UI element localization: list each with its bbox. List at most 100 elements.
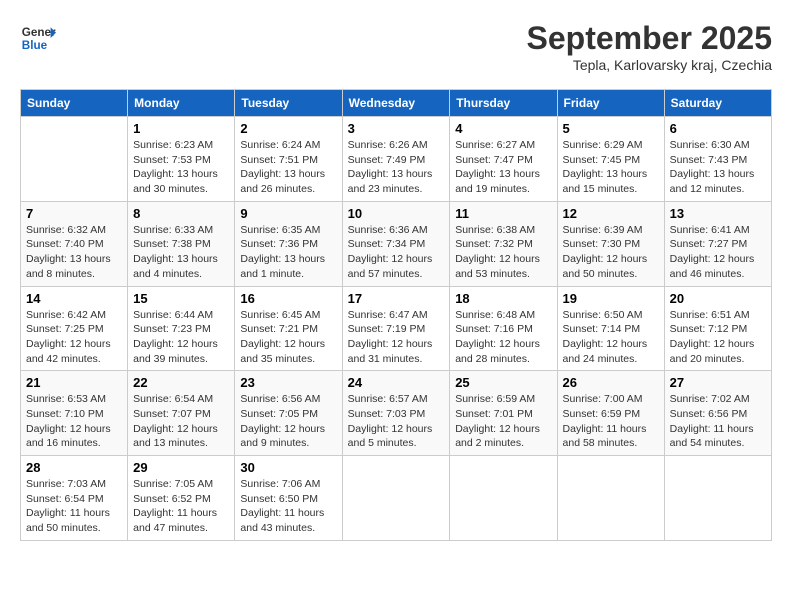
calendar-week-5: 28 Sunrise: 7:03 AMSunset: 6:54 PMDayligh… [21, 456, 772, 541]
day-info: Sunrise: 6:35 AMSunset: 7:36 PMDaylight:… [240, 223, 336, 282]
calendar-week-1: 1 Sunrise: 6:23 AMSunset: 7:53 PMDaylight… [21, 117, 772, 202]
calendar-header-row: SundayMondayTuesdayWednesdayThursdayFrid… [21, 90, 772, 117]
day-info: Sunrise: 6:29 AMSunset: 7:45 PMDaylight:… [563, 138, 659, 197]
day-number: 24 [348, 375, 445, 390]
day-number: 3 [348, 121, 445, 136]
day-number: 8 [133, 206, 229, 221]
day-number: 30 [240, 460, 336, 475]
calendar-cell: 30Sunrise: 7:06 AMSunset: 6:50 PMDayligh… [235, 456, 342, 541]
day-number: 2 [240, 121, 336, 136]
day-number: 25 [455, 375, 551, 390]
day-info: Sunrise: 6:26 AMSunset: 7:49 PMDaylight:… [348, 138, 445, 197]
day-number: 1 [133, 121, 229, 136]
calendar-week-4: 21Sunrise: 6:53 AMSunset: 7:10 PMDayligh… [21, 371, 772, 456]
calendar-cell: 25 Sunrise: 6:59 AMSunset: 7:01 PMDayligh… [450, 371, 557, 456]
calendar-cell [342, 456, 450, 541]
day-number: 9 [240, 206, 336, 221]
day-number: 17 [348, 291, 445, 306]
calendar-cell: 11 Sunrise: 6:38 AMSunset: 7:32 PMDayligh… [450, 201, 557, 286]
day-number: 13 [670, 206, 766, 221]
calendar-week-3: 14Sunrise: 6:42 AMSunset: 7:25 PMDayligh… [21, 286, 772, 371]
month-title: September 2025 [527, 20, 772, 57]
calendar-cell: 20 Sunrise: 6:51 AMSunset: 7:12 PMDayligh… [664, 286, 771, 371]
day-header-saturday: Saturday [664, 90, 771, 117]
day-number: 29 [133, 460, 229, 475]
calendar-cell [664, 456, 771, 541]
day-number: 14 [26, 291, 122, 306]
calendar-cell: 1 Sunrise: 6:23 AMSunset: 7:53 PMDaylight… [128, 117, 235, 202]
day-info: Sunrise: 6:51 AMSunset: 7:12 PMDaylight:… [670, 308, 766, 367]
day-header-thursday: Thursday [450, 90, 557, 117]
calendar-cell: 18 Sunrise: 6:48 AMSunset: 7:16 PMDayligh… [450, 286, 557, 371]
calendar-cell: 28 Sunrise: 7:03 AMSunset: 6:54 PMDayligh… [21, 456, 128, 541]
day-info: Sunrise: 7:05 AMSunset: 6:52 PMDaylight:… [133, 477, 229, 536]
day-info: Sunrise: 7:02 AMSunset: 6:56 PMDaylight:… [670, 392, 766, 451]
day-number: 6 [670, 121, 766, 136]
day-info: Sunrise: 6:57 AMSunset: 7:03 PMDaylight:… [348, 392, 445, 451]
day-number: 15 [133, 291, 229, 306]
day-info: Sunrise: 6:41 AMSunset: 7:27 PMDaylight:… [670, 223, 766, 282]
day-info: Sunrise: 6:23 AMSunset: 7:53 PMDaylight:… [133, 138, 229, 197]
day-info: Sunrise: 6:48 AMSunset: 7:16 PMDaylight:… [455, 308, 551, 367]
day-info: Sunrise: 6:27 AMSunset: 7:47 PMDaylight:… [455, 138, 551, 197]
day-info: Sunrise: 6:50 AMSunset: 7:14 PMDaylight:… [563, 308, 659, 367]
day-info: Sunrise: 6:30 AMSunset: 7:43 PMDaylight:… [670, 138, 766, 197]
calendar-table: SundayMondayTuesdayWednesdayThursdayFrid… [20, 89, 772, 541]
day-info: Sunrise: 6:56 AMSunset: 7:05 PMDaylight:… [240, 392, 336, 451]
calendar-cell: 29 Sunrise: 7:05 AMSunset: 6:52 PMDayligh… [128, 456, 235, 541]
day-header-monday: Monday [128, 90, 235, 117]
day-number: 28 [26, 460, 122, 475]
day-info: Sunrise: 6:59 AMSunset: 7:01 PMDaylight:… [455, 392, 551, 451]
calendar-cell: 2 Sunrise: 6:24 AMSunset: 7:51 PMDaylight… [235, 117, 342, 202]
logo: General Blue [20, 20, 56, 56]
day-header-friday: Friday [557, 90, 664, 117]
day-info: Sunrise: 6:33 AMSunset: 7:38 PMDaylight:… [133, 223, 229, 282]
day-number: 21 [26, 375, 122, 390]
calendar-cell: 21Sunrise: 6:53 AMSunset: 7:10 PMDayligh… [21, 371, 128, 456]
day-number: 7 [26, 206, 122, 221]
day-number: 18 [455, 291, 551, 306]
day-info: Sunrise: 6:24 AMSunset: 7:51 PMDaylight:… [240, 138, 336, 197]
calendar-cell: 17Sunrise: 6:47 AMSunset: 7:19 PMDayligh… [342, 286, 450, 371]
day-info: Sunrise: 6:45 AMSunset: 7:21 PMDaylight:… [240, 308, 336, 367]
calendar-cell: 15 Sunrise: 6:44 AMSunset: 7:23 PMDayligh… [128, 286, 235, 371]
day-number: 19 [563, 291, 659, 306]
page-header: General Blue September 2025 Tepla, Karlo… [20, 20, 772, 73]
calendar-cell [557, 456, 664, 541]
calendar-cell: 5 Sunrise: 6:29 AMSunset: 7:45 PMDaylight… [557, 117, 664, 202]
day-number: 11 [455, 206, 551, 221]
day-number: 27 [670, 375, 766, 390]
location-subtitle: Tepla, Karlovarsky kraj, Czechia [527, 57, 772, 73]
calendar-cell: 7 Sunrise: 6:32 AMSunset: 7:40 PMDaylight… [21, 201, 128, 286]
day-number: 20 [670, 291, 766, 306]
calendar-cell: 27 Sunrise: 7:02 AMSunset: 6:56 PMDayligh… [664, 371, 771, 456]
day-info: Sunrise: 6:38 AMSunset: 7:32 PMDaylight:… [455, 223, 551, 282]
day-info: Sunrise: 6:44 AMSunset: 7:23 PMDaylight:… [133, 308, 229, 367]
day-number: 12 [563, 206, 659, 221]
calendar-cell: 13 Sunrise: 6:41 AMSunset: 7:27 PMDayligh… [664, 201, 771, 286]
calendar-cell: 4 Sunrise: 6:27 AMSunset: 7:47 PMDaylight… [450, 117, 557, 202]
calendar-cell: 3 Sunrise: 6:26 AMSunset: 7:49 PMDaylight… [342, 117, 450, 202]
calendar-cell: 9 Sunrise: 6:35 AMSunset: 7:36 PMDaylight… [235, 201, 342, 286]
calendar-cell: 19 Sunrise: 6:50 AMSunset: 7:14 PMDayligh… [557, 286, 664, 371]
day-header-wednesday: Wednesday [342, 90, 450, 117]
day-info: Sunrise: 6:32 AMSunset: 7:40 PMDaylight:… [26, 223, 122, 282]
day-number: 5 [563, 121, 659, 136]
day-number: 10 [348, 206, 445, 221]
calendar-cell: 8 Sunrise: 6:33 AMSunset: 7:38 PMDaylight… [128, 201, 235, 286]
calendar-cell: 10 Sunrise: 6:36 AMSunset: 7:34 PMDayligh… [342, 201, 450, 286]
calendar-cell: 14Sunrise: 6:42 AMSunset: 7:25 PMDayligh… [21, 286, 128, 371]
calendar-week-2: 7 Sunrise: 6:32 AMSunset: 7:40 PMDaylight… [21, 201, 772, 286]
day-header-sunday: Sunday [21, 90, 128, 117]
day-number: 4 [455, 121, 551, 136]
calendar-cell: 22Sunrise: 6:54 AMSunset: 7:07 PMDayligh… [128, 371, 235, 456]
calendar-cell: 23 Sunrise: 6:56 AMSunset: 7:05 PMDayligh… [235, 371, 342, 456]
day-number: 23 [240, 375, 336, 390]
day-info: Sunrise: 6:36 AMSunset: 7:34 PMDaylight:… [348, 223, 445, 282]
calendar-cell [450, 456, 557, 541]
day-info: Sunrise: 7:03 AMSunset: 6:54 PMDaylight:… [26, 477, 122, 536]
calendar-cell: 26Sunrise: 7:00 AMSunset: 6:59 PMDayligh… [557, 371, 664, 456]
day-number: 22 [133, 375, 229, 390]
calendar-cell [21, 117, 128, 202]
day-info: Sunrise: 6:39 AMSunset: 7:30 PMDaylight:… [563, 223, 659, 282]
